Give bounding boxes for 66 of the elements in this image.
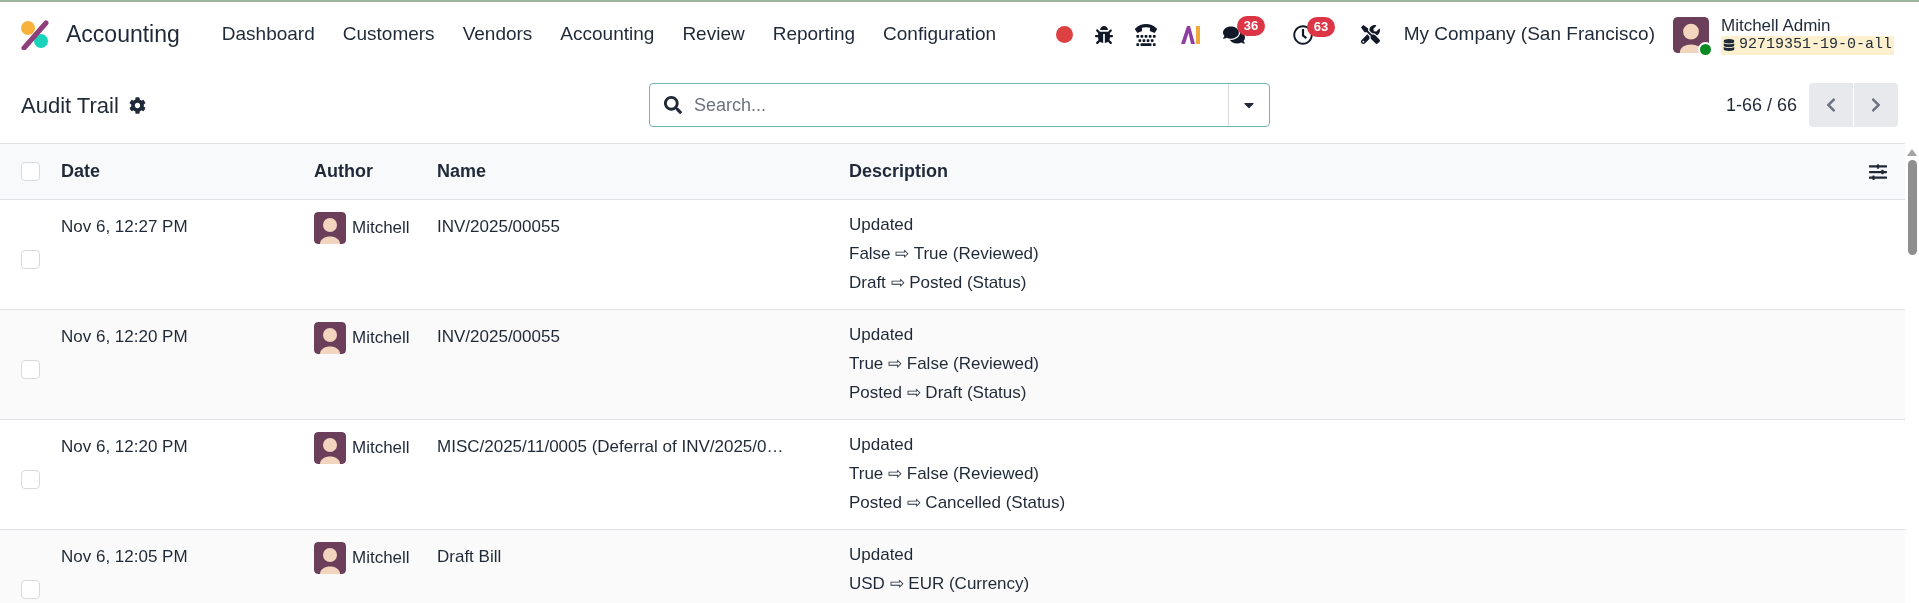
menu-item[interactable]: Vendors: [448, 14, 547, 55]
clock-icon[interactable]: [1292, 24, 1313, 45]
menu-item[interactable]: Review: [668, 14, 759, 55]
user-name[interactable]: Mitchell Admin: [1720, 14, 1894, 36]
author-avatar: [314, 322, 346, 354]
description-line: Posted ⇨ Cancelled (Status): [849, 492, 1067, 514]
tools-icon[interactable]: [1360, 25, 1380, 44]
name-cell: INV/2025/00055: [437, 327, 560, 346]
bug-icon[interactable]: [1094, 25, 1113, 44]
search-field[interactable]: Search...: [649, 83, 1270, 127]
date-cell: Nov 6, 12:27 PM: [61, 217, 188, 236]
description-line: Updated: [849, 214, 915, 236]
ai-logo-icon[interactable]: [1178, 24, 1201, 45]
description-line: Draft ⇨ Posted (Status): [849, 272, 1028, 294]
menu-item[interactable]: Dashboard: [207, 14, 329, 55]
author-avatar: [314, 432, 346, 464]
author-cell-text: Mitchell: [352, 327, 410, 350]
app-name[interactable]: Accounting: [66, 17, 180, 52]
search-input[interactable]: Search...: [694, 91, 1228, 119]
row-checkbox[interactable]: [21, 360, 40, 379]
company-switcher[interactable]: My Company (San Francisco): [1403, 20, 1655, 49]
count-badge: 36: [1236, 15, 1266, 36]
phone-icon[interactable]: [1134, 23, 1157, 46]
description-line: True ⇨ False (Reviewed): [849, 463, 1041, 485]
next-page-button[interactable]: [1854, 83, 1898, 127]
author-avatar: [314, 542, 346, 574]
author-cell-text: Mitchell: [352, 217, 410, 240]
name-cell: MISC/2025/11/0005 (Deferral of INV/2025/0…: [437, 437, 784, 456]
menu-item[interactable]: Configuration: [869, 14, 1011, 55]
date-cell: Nov 6, 12:20 PM: [61, 327, 188, 346]
author-avatar: [314, 212, 346, 244]
name-cell: INV/2025/00055: [437, 217, 560, 236]
column-header[interactable]: Description: [849, 161, 949, 181]
author-cell-text: Mitchell: [352, 547, 410, 570]
row-checkbox[interactable]: [21, 470, 40, 489]
row-checkbox[interactable]: [21, 162, 40, 181]
row-checkbox[interactable]: [21, 250, 40, 269]
description-line: Posted ⇨ Draft (Status): [849, 382, 1028, 404]
record-icon[interactable]: [1055, 26, 1073, 43]
count-badge: 63: [1306, 16, 1336, 37]
page-title: Audit Trail: [21, 91, 119, 120]
previous-page-button[interactable]: [1809, 83, 1853, 127]
description-line: Updated: [849, 434, 915, 456]
description-line: Updated: [849, 544, 915, 566]
menu-item[interactable]: Customers: [328, 14, 449, 55]
database-badge: 92719351-19-0-all: [1720, 35, 1894, 55]
column-header[interactable]: Date: [61, 161, 100, 181]
description-line: False ⇨ True (Reviewed): [849, 243, 1040, 265]
column-settings-icon[interactable]: [1869, 162, 1887, 181]
settings-icon[interactable]: [128, 96, 146, 114]
date-cell: Nov 6, 12:20 PM: [61, 437, 188, 456]
row-checkbox[interactable]: [21, 580, 40, 599]
user-avatar: [1672, 16, 1709, 53]
description-line: Updated: [849, 324, 915, 346]
pager-value[interactable]: 1-66 / 66: [1725, 91, 1797, 119]
menu-item[interactable]: Reporting: [758, 14, 870, 55]
description-line: USD ⇨ EUR (Currency): [849, 573, 1031, 595]
author-cell-text: Mitchell: [352, 437, 410, 460]
column-header[interactable]: Author: [314, 161, 373, 181]
column-header[interactable]: Name: [437, 161, 487, 181]
name-cell: Draft Bill: [437, 547, 502, 566]
menu-item[interactable]: Accounting: [546, 14, 669, 55]
date-cell: Nov 6, 12:05 PM: [61, 547, 188, 566]
app-logo-icon[interactable]: [20, 19, 50, 50]
description-line: True ⇨ False (Reviewed): [849, 353, 1041, 375]
search-icon: [664, 96, 682, 114]
